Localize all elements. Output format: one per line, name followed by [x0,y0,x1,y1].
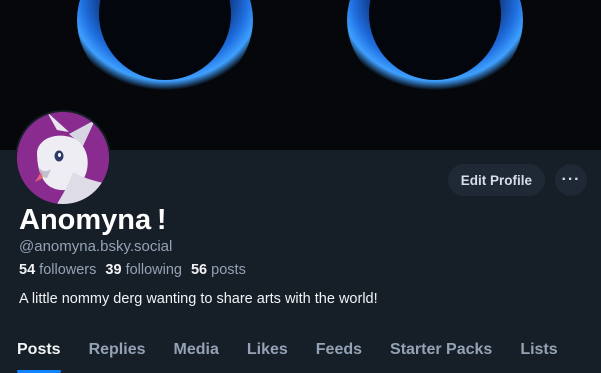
posts-count: 56 [190,262,208,278]
followers-link[interactable]: 54 followers [19,262,96,278]
tab-posts[interactable]: Posts [0,332,75,373]
posts-stat: 56 posts [191,262,246,278]
followers-label: followers [39,262,97,278]
profile-stats: 54 followers 39 following 56 posts [19,262,246,278]
avatar-dragon-image [17,112,109,204]
tab-feeds[interactable]: Feeds [302,332,376,364]
following-count: 39 [105,262,122,278]
profile-actions: Edit Profile ··· [447,164,587,196]
following-link[interactable]: 39 following [105,262,182,278]
followers-count: 54 [19,262,36,278]
tab-media[interactable]: Media [160,332,233,364]
tab-replies[interactable]: Replies [75,332,160,364]
display-name: Anomyna ! [19,204,167,236]
profile-tabs: Posts Replies Media Likes Feeds Starter … [0,332,601,373]
more-options-button[interactable]: ··· [555,164,587,196]
edit-profile-button[interactable]: Edit Profile [447,164,545,196]
tab-starter-packs[interactable]: Starter Packs [376,332,506,364]
profile-bio: A little nommy derg wanting to share art… [19,291,378,307]
posts-label: posts [211,262,246,278]
profile-avatar[interactable] [15,110,111,206]
profile-handle: @anomyna.bsky.social [19,238,173,255]
following-label: following [125,262,182,278]
tab-likes[interactable]: Likes [233,332,302,364]
ellipsis-icon: ··· [561,171,581,188]
tab-lists[interactable]: Lists [506,332,571,364]
